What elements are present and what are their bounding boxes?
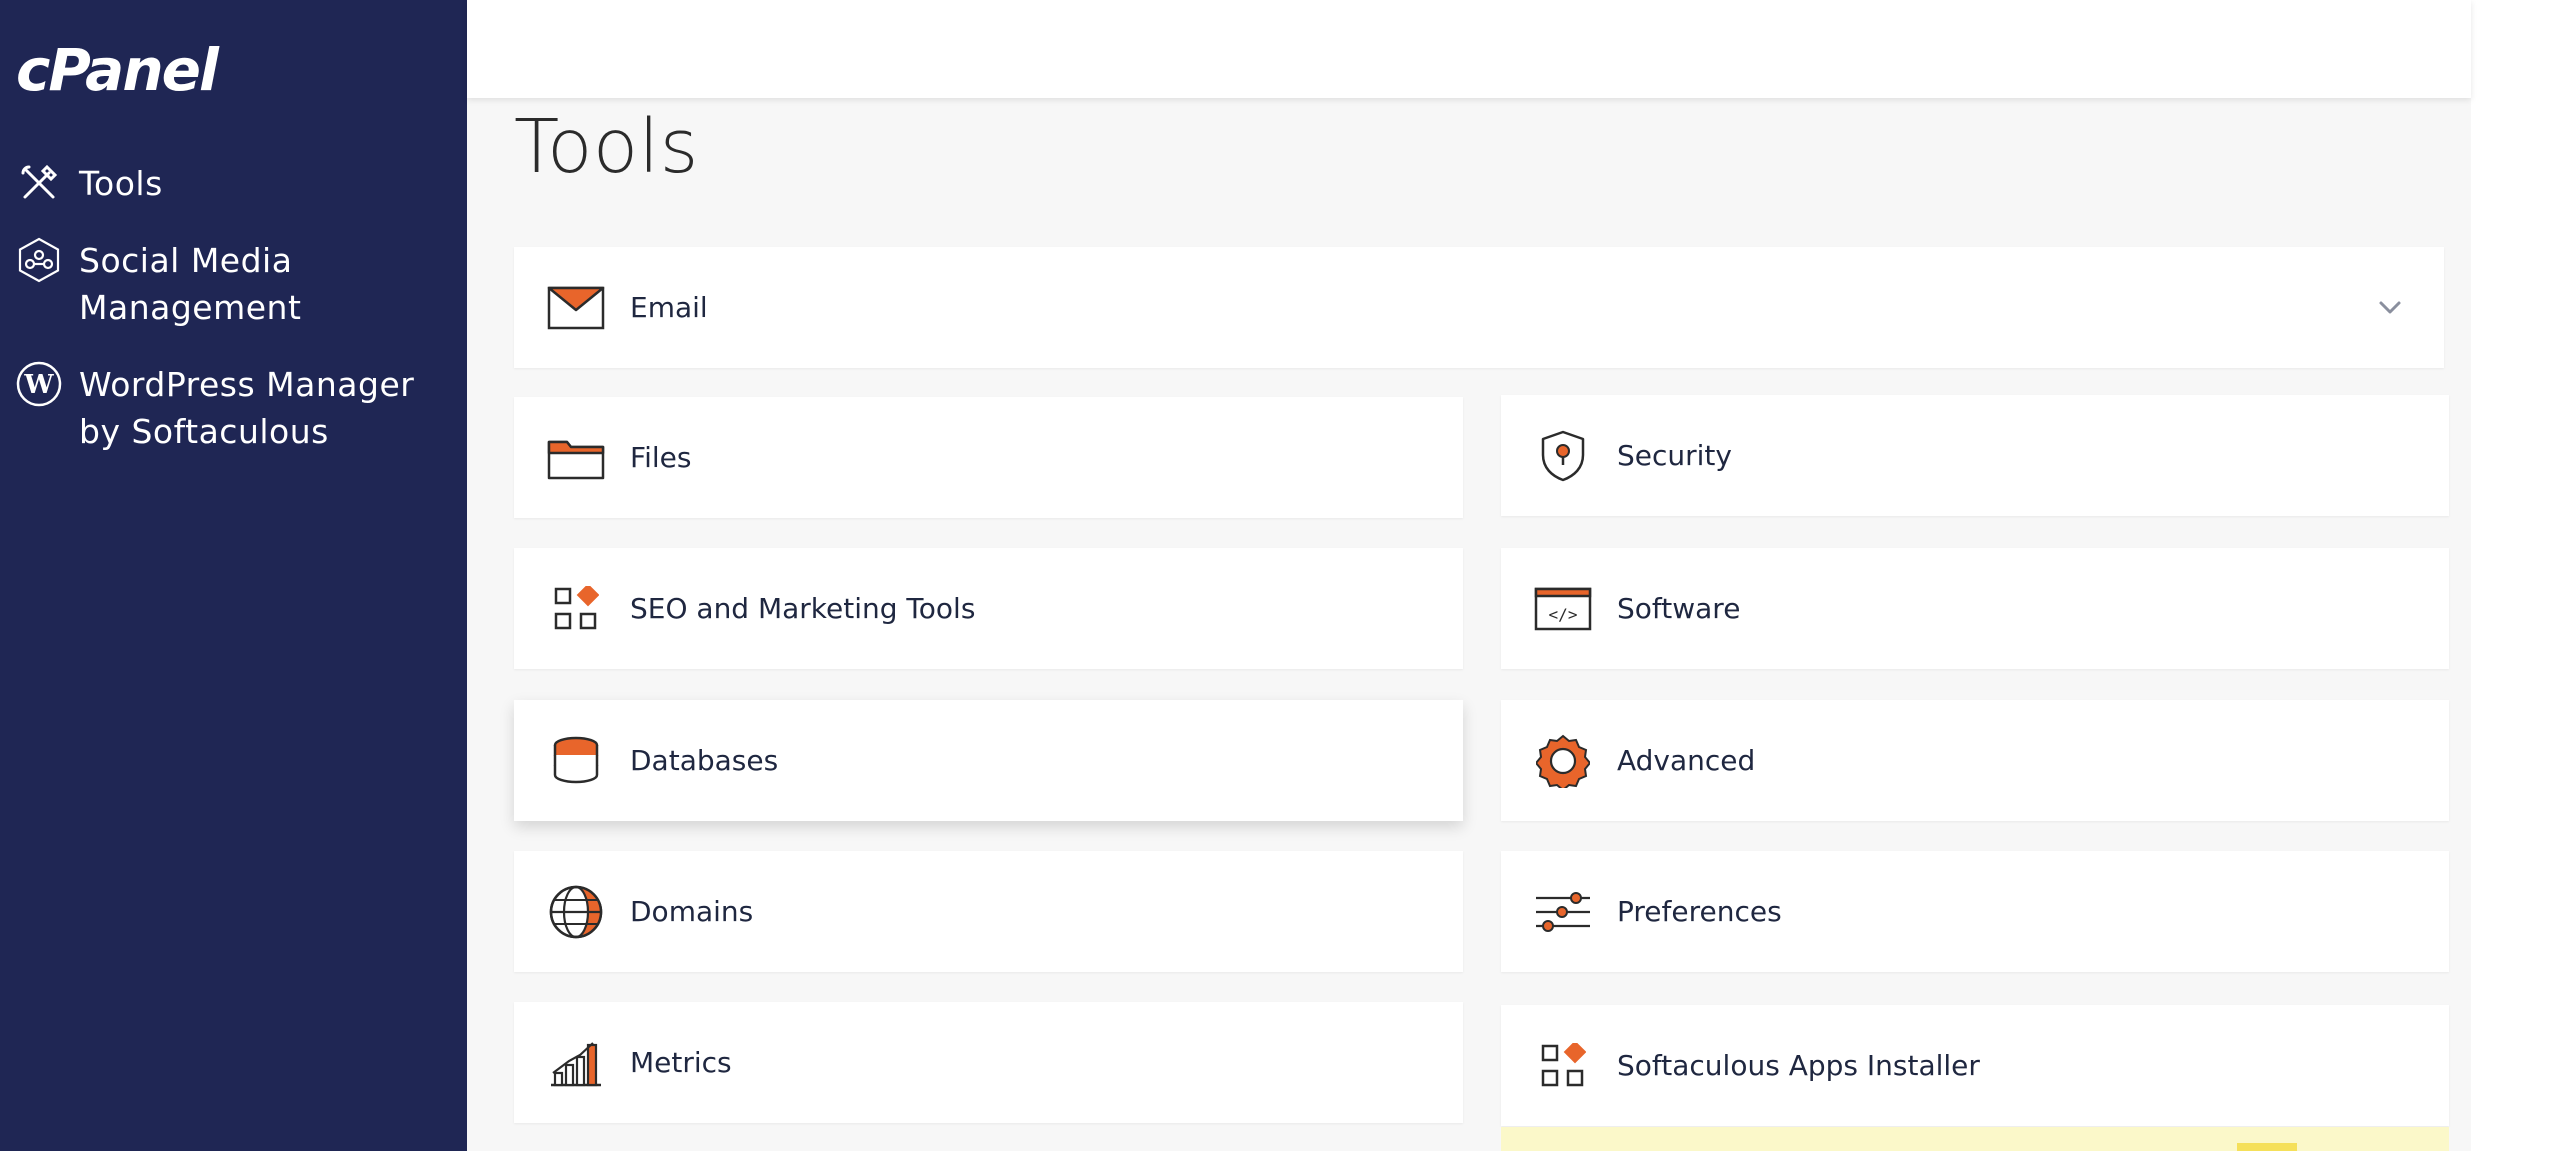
tools-icon <box>16 160 62 206</box>
apps-grid-icon <box>546 579 606 639</box>
page-title: Tools <box>514 104 699 190</box>
sidebar-item-social-media[interactable]: Social Media Management <box>0 237 467 331</box>
cpanel-logo[interactable]: cPanel <box>16 36 219 104</box>
section-metrics[interactable]: Metrics <box>514 1002 1463 1123</box>
section-label: Files <box>630 441 692 474</box>
sidebar: cPanel Tools Social Media Management W W… <box>0 0 467 1151</box>
sidebar-item-label: Tools <box>79 164 163 203</box>
main-content: Tools Email Files SEO and Marketing Tool… <box>467 98 2471 1151</box>
svg-text:</>: </> <box>1549 605 1578 624</box>
email-icon <box>546 278 606 338</box>
metrics-chart-icon <box>546 1033 606 1093</box>
section-email[interactable]: Email <box>514 247 2444 368</box>
sliders-icon <box>1533 882 1593 942</box>
svg-text:W: W <box>23 370 54 400</box>
database-icon <box>546 731 606 791</box>
sidebar-item-wordpress-manager[interactable]: W WordPress Manager by Softaculous <box>0 361 467 455</box>
section-label: Email <box>630 291 708 324</box>
section-label: Advanced <box>1617 744 1756 777</box>
chevron-down-icon[interactable] <box>2376 293 2404 321</box>
sidebar-item-label-line2: Management <box>79 288 302 327</box>
sidebar-item-label: Social Media Management <box>79 237 301 331</box>
highlight-banner <box>1501 1127 2449 1151</box>
folder-icon <box>546 428 606 488</box>
section-label: Softaculous Apps Installer <box>1617 1049 1980 1082</box>
section-advanced[interactable]: Advanced <box>1501 700 2449 821</box>
section-softaculous-apps-installer[interactable]: Softaculous Apps Installer <box>1501 1005 2449 1126</box>
gear-icon <box>1533 731 1593 791</box>
right-edge-panel <box>2471 0 2560 1151</box>
shield-icon <box>1533 426 1593 486</box>
sidebar-nav: Tools Social Media Management W WordPres… <box>0 160 467 485</box>
code-window-icon: </> <box>1533 579 1593 639</box>
section-security[interactable]: Security <box>1501 395 2449 516</box>
section-label: Security <box>1617 439 1732 472</box>
section-files[interactable]: Files <box>514 397 1463 518</box>
sidebar-item-label: WordPress Manager by Softaculous <box>79 361 414 455</box>
sidebar-item-label-line2: by Softaculous <box>79 412 329 451</box>
section-preferences[interactable]: Preferences <box>1501 851 2449 972</box>
section-label: Domains <box>630 895 754 928</box>
section-label: SEO and Marketing Tools <box>630 592 976 625</box>
sidebar-item-label-line1: WordPress Manager <box>79 365 415 404</box>
sidebar-item-label-line1: Social Media <box>79 241 293 280</box>
section-label: Metrics <box>630 1046 732 1079</box>
section-databases[interactable]: Databases <box>514 700 1463 821</box>
section-label: Databases <box>630 744 779 777</box>
sidebar-item-tools[interactable]: Tools <box>0 160 467 207</box>
section-label: Software <box>1617 592 1741 625</box>
highlight-marker <box>2237 1143 2297 1151</box>
wordpress-icon: W <box>16 361 62 407</box>
section-seo-marketing[interactable]: SEO and Marketing Tools <box>514 548 1463 669</box>
top-bar <box>467 0 2471 98</box>
section-label: Preferences <box>1617 895 1782 928</box>
globe-icon <box>546 882 606 942</box>
social-media-icon <box>16 237 62 283</box>
section-software[interactable]: </> Software <box>1501 548 2449 669</box>
apps-grid-icon <box>1533 1036 1593 1096</box>
section-domains[interactable]: Domains <box>514 851 1463 972</box>
